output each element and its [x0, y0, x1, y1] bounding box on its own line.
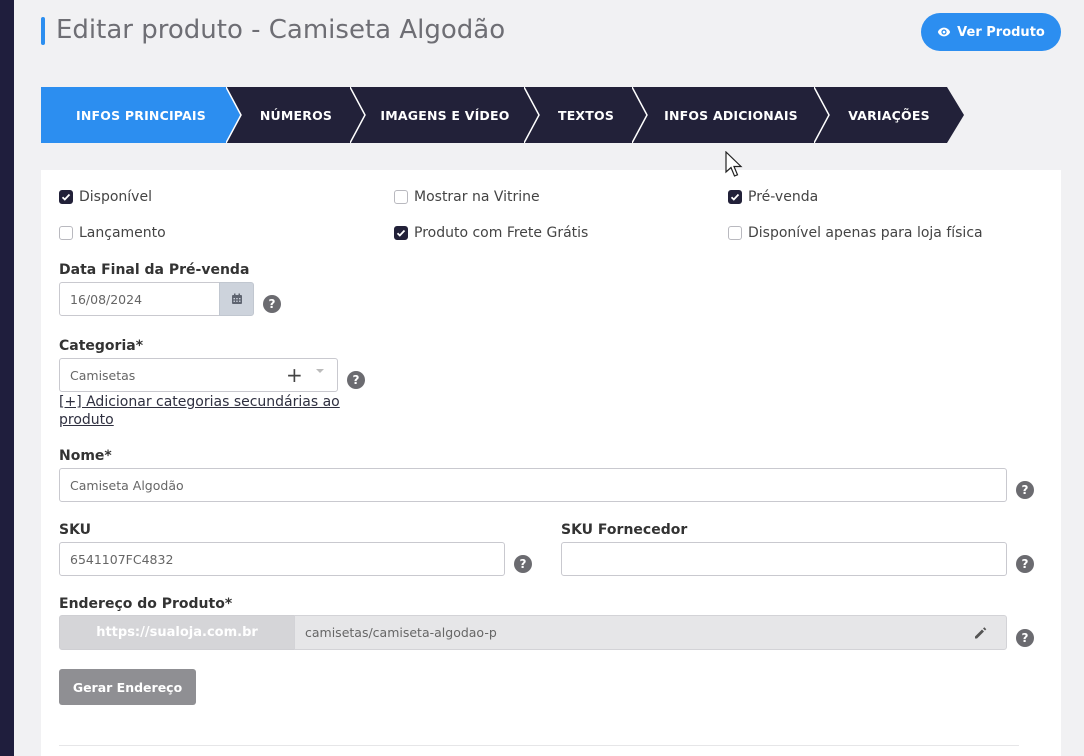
- sku-supplier-label: SKU Fornecedor: [561, 522, 688, 538]
- check-icon: [59, 190, 73, 204]
- page-title: Editar produto - Camiseta Algodão: [56, 15, 506, 45]
- checkbox-pre-venda[interactable]: Pré-venda: [728, 189, 818, 205]
- sku-label: SKU: [59, 522, 92, 538]
- view-product-label: Ver Produto: [957, 24, 1045, 40]
- step-textos[interactable]: TEXTOS: [524, 87, 648, 143]
- generate-address-button[interactable]: Gerar Endereço: [59, 669, 196, 705]
- help-icon[interactable]: ?: [263, 295, 281, 313]
- checkbox-disponivel[interactable]: Disponível: [59, 189, 152, 205]
- eye-icon: [938, 27, 951, 37]
- step-numeros[interactable]: NÚMEROS: [226, 87, 366, 143]
- left-sidebar-strip: [0, 0, 14, 756]
- divider: [59, 745, 1019, 746]
- check-icon: [728, 190, 742, 204]
- checkbox-frete-gratis[interactable]: Produto com Frete Grátis: [394, 225, 588, 241]
- help-icon[interactable]: ?: [514, 555, 532, 573]
- address-prefix: https://sualoja.com.br: [59, 615, 295, 650]
- category-value: Camisetas: [70, 367, 136, 383]
- plus-icon[interactable]: +: [286, 363, 303, 387]
- help-icon[interactable]: ?: [347, 371, 365, 389]
- address-label: Endereço do Produto*: [59, 596, 233, 612]
- step-infos-principais[interactable]: INFOS PRINCIPAIS: [41, 87, 241, 143]
- checkbox-box: [394, 190, 408, 204]
- checkbox-mostrar-vitrine[interactable]: Mostrar na Vitrine: [394, 189, 540, 205]
- calendar-icon: [231, 293, 242, 304]
- mouse-cursor-icon: [725, 151, 743, 177]
- title-accent-bar: [41, 17, 45, 45]
- checkbox-loja-fisica[interactable]: Disponível apenas para loja física: [728, 225, 983, 241]
- checkbox-box: [59, 226, 73, 240]
- check-icon: [394, 226, 408, 240]
- address-input[interactable]: camisetas/camiseta-algodao-p: [294, 615, 1007, 650]
- step-imagens-video[interactable]: IMAGENS E VÍDEO: [350, 87, 540, 143]
- help-icon[interactable]: ?: [1016, 555, 1034, 573]
- category-label: Categoria*: [59, 338, 144, 354]
- wizard-steps: INFOS PRINCIPAIS NÚMEROS IMAGENS E VÍDEO…: [41, 87, 971, 143]
- sku-supplier-input[interactable]: [561, 542, 1007, 576]
- pencil-icon[interactable]: [973, 626, 987, 640]
- name-input[interactable]: Camiseta Algodão: [59, 468, 1007, 502]
- add-secondary-categories-link[interactable]: [+] Adicionar categorias secundárias ao …: [59, 393, 349, 429]
- help-icon[interactable]: ?: [1016, 481, 1034, 499]
- step-infos-adicionais[interactable]: INFOS ADICIONAIS: [632, 87, 830, 143]
- step-variacoes[interactable]: VARIAÇÕES: [814, 87, 964, 143]
- form-panel: [41, 170, 1061, 756]
- chevron-down-icon[interactable]: [316, 369, 324, 373]
- checkbox-box: [728, 226, 742, 240]
- view-product-button[interactable]: Ver Produto: [921, 13, 1061, 51]
- category-select[interactable]: Camisetas +: [59, 358, 338, 392]
- address-value: camisetas/camiseta-algodao-p: [305, 625, 497, 640]
- name-label: Nome*: [59, 448, 112, 464]
- presale-date-label: Data Final da Pré-venda: [59, 262, 250, 278]
- calendar-button[interactable]: [219, 282, 254, 316]
- help-icon[interactable]: ?: [1016, 629, 1034, 647]
- presale-date-input[interactable]: 16/08/2024: [59, 282, 221, 316]
- sku-input[interactable]: 6541107FC4832: [59, 542, 505, 576]
- checkbox-lancamento[interactable]: Lançamento: [59, 225, 166, 241]
